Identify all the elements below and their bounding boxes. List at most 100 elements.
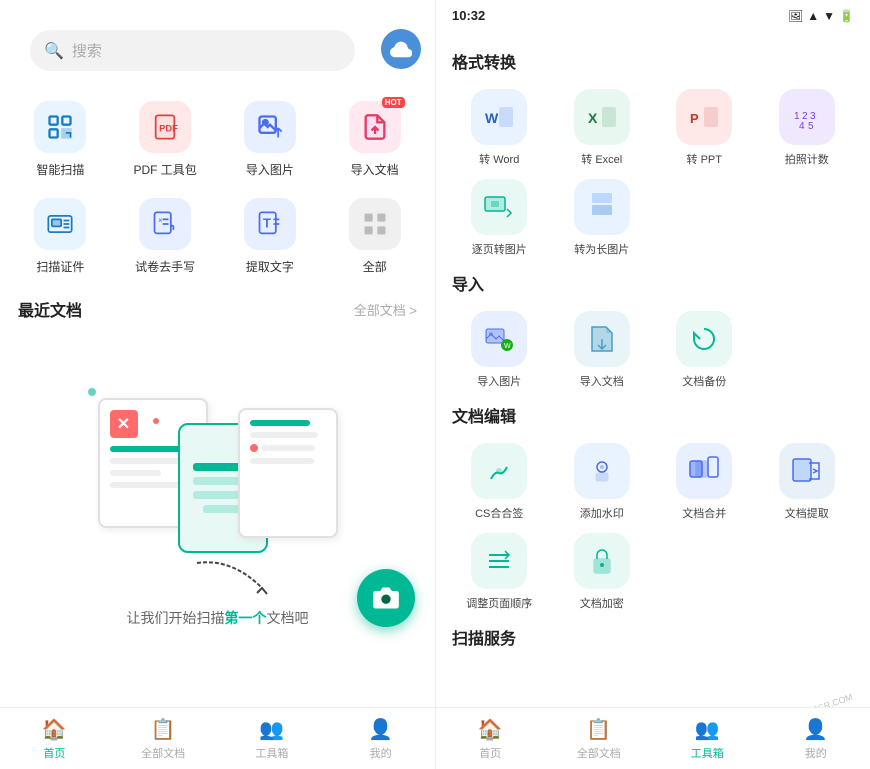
id-card-label: 扫描证件 xyxy=(36,258,84,275)
grid-item-id-card[interactable]: 扫描证件 xyxy=(8,188,113,285)
hot-badge: HOT xyxy=(382,97,405,108)
count-label: 拍照计数 xyxy=(785,151,829,167)
extract2-icon xyxy=(779,443,835,499)
cloud-button[interactable] xyxy=(381,29,421,69)
tool-to-word[interactable]: W 转 Word xyxy=(452,85,547,171)
tool-page-to-img[interactable]: 逐页转图片 xyxy=(452,175,547,261)
nav-all-docs[interactable]: 📋 全部文档 xyxy=(109,708,218,769)
main-grid: 智能扫描 PDF PDF 工具包 导入图片 xyxy=(0,91,435,285)
cs-sign-label: CS合合签 xyxy=(475,505,523,521)
tool-count[interactable]: 1 2 3 4 5 拍照计数 xyxy=(760,85,855,171)
camera-fab[interactable] xyxy=(357,569,415,627)
id-card-icon xyxy=(46,210,74,238)
r-nav-mine[interactable]: 👤 我的 xyxy=(762,708,870,769)
tool-watermark[interactable]: 添加水印 xyxy=(555,439,650,525)
to-word-icon: W xyxy=(471,89,527,145)
r-nav-tools[interactable]: 👥 工具箱 xyxy=(653,708,762,769)
svg-text:×: × xyxy=(158,216,163,225)
import-grid: W 导入图片 导入文档 xyxy=(452,307,854,393)
pdf-icon-box: PDF xyxy=(139,101,191,153)
svg-text:T: T xyxy=(263,216,271,231)
arrow xyxy=(192,558,272,603)
grid-item-pdf[interactable]: PDF PDF 工具包 xyxy=(113,91,218,188)
r-nav-home[interactable]: 🏠 首页 xyxy=(436,708,545,769)
wifi-icon: ▼ xyxy=(823,9,835,23)
right-scroll-area[interactable]: 格式转换 W 转 Word X xyxy=(436,31,870,707)
tool-extract2[interactable]: 文档提取 xyxy=(760,439,855,525)
status-time: 10:32 xyxy=(452,8,485,23)
svg-text:PDF: PDF xyxy=(159,124,178,134)
watermark-label: 添加水印 xyxy=(580,505,624,521)
tool-import-img2[interactable]: W 导入图片 xyxy=(452,307,547,393)
recent-title: 最近文档 xyxy=(18,297,82,321)
encrypt-icon xyxy=(574,533,630,589)
battery-icon: 🔋 xyxy=(839,9,854,23)
all-icon xyxy=(361,210,389,238)
grid-item-import-doc[interactable]: HOT 导入文档 xyxy=(322,91,427,188)
tools-icon: 👥 xyxy=(259,717,284,742)
r-nav-docs[interactable]: 📋 全部文档 xyxy=(545,708,654,769)
page-img-label: 逐页转图片 xyxy=(472,241,527,257)
pdf-label: PDF 工具包 xyxy=(133,161,196,178)
svg-text:W: W xyxy=(485,110,499,126)
tool-import-doc2[interactable]: 导入文档 xyxy=(555,307,650,393)
tool-backup[interactable]: 文档备份 xyxy=(657,307,752,393)
tool-to-excel[interactable]: X 转 Excel xyxy=(555,85,650,171)
tool-reorder[interactable]: 调整页面顺序 xyxy=(452,529,547,615)
svg-text:P: P xyxy=(690,111,699,126)
tool-encrypt[interactable]: 文档加密 xyxy=(555,529,650,615)
import-img2-label: 导入图片 xyxy=(477,373,521,389)
tool-cs-sign[interactable]: CS合合签 xyxy=(452,439,547,525)
import-doc2-icon xyxy=(574,311,630,367)
left-bottom-nav: 🏠 首页 📋 全部文档 👥 工具箱 👤 我的 xyxy=(0,707,435,769)
signal-icon: ▲ xyxy=(807,9,819,23)
r-tools-icon: 👥 xyxy=(695,717,720,742)
exam-icon: × xyxy=(151,210,179,238)
long-img-label: 转为长图片 xyxy=(574,241,629,257)
docs-icon: 📋 xyxy=(151,717,176,742)
left-panel: 🔍 搜索 智能扫描 PDF PDF xyxy=(0,0,435,769)
count-icon: 1 2 3 4 5 xyxy=(779,89,835,145)
tool-to-ppt[interactable]: P 转 PPT xyxy=(657,85,752,171)
section-title-edit: 文档编辑 xyxy=(452,403,854,427)
backup-label: 文档备份 xyxy=(682,373,726,389)
format-grid-row2: 逐页转图片 转为长图片 xyxy=(452,175,854,261)
empty-area: ✕ xyxy=(0,329,435,707)
grid-item-extract[interactable]: T 提取文字 xyxy=(218,188,323,285)
watermark-text: SSR.COM xyxy=(811,692,854,707)
extract-icon-box: T xyxy=(244,198,296,250)
scan-icon-box xyxy=(34,101,86,153)
section-title-scan-service: 扫描服务 xyxy=(452,625,854,649)
reorder-icon xyxy=(471,533,527,589)
merge-label: 文档合并 xyxy=(682,505,726,521)
r-home-icon: 🏠 xyxy=(478,717,503,742)
grid-item-all[interactable]: 全部 xyxy=(322,188,427,285)
merge-icon xyxy=(676,443,732,499)
scan-label: 智能扫描 xyxy=(36,161,84,178)
search-bar[interactable]: 🔍 搜索 xyxy=(30,30,355,71)
exam-label: 试卷去手写 xyxy=(135,258,195,275)
all-docs-link[interactable]: 全部文档 > xyxy=(354,300,417,319)
nav-mine[interactable]: 👤 我的 xyxy=(326,708,435,769)
nav-tools[interactable]: 👥 工具箱 xyxy=(218,708,327,769)
svg-text:5: 5 xyxy=(808,121,814,132)
cs-sign-icon xyxy=(471,443,527,499)
search-icon: 🔍 xyxy=(44,41,64,61)
search-placeholder: 搜索 xyxy=(72,40,341,61)
grid-item-exam[interactable]: × 试卷去手写 xyxy=(113,188,218,285)
extract-label: 提取文字 xyxy=(246,258,294,275)
extract2-label: 文档提取 xyxy=(785,505,829,521)
import-doc-label: 导入文档 xyxy=(351,161,399,178)
nav-home[interactable]: 🏠 首页 xyxy=(0,708,109,769)
illus-doc3 xyxy=(238,408,338,538)
status-bar: 10:32 🖼 ▲ ▼ 🔋 xyxy=(436,0,870,31)
grid-item-import-img[interactable]: 导入图片 xyxy=(218,91,323,188)
scan-icon xyxy=(46,113,74,141)
mine-icon: 👤 xyxy=(368,717,393,742)
tool-long-img[interactable]: 转为长图片 xyxy=(555,175,650,261)
encrypt-label: 文档加密 xyxy=(580,595,624,611)
grid-item-scan[interactable]: 智能扫描 xyxy=(8,91,113,188)
r-mine-icon: 👤 xyxy=(803,717,828,742)
tool-merge[interactable]: 文档合并 xyxy=(657,439,752,525)
right-bottom-nav: 🏠 首页 📋 全部文档 👥 工具箱 👤 我的 xyxy=(436,707,870,769)
